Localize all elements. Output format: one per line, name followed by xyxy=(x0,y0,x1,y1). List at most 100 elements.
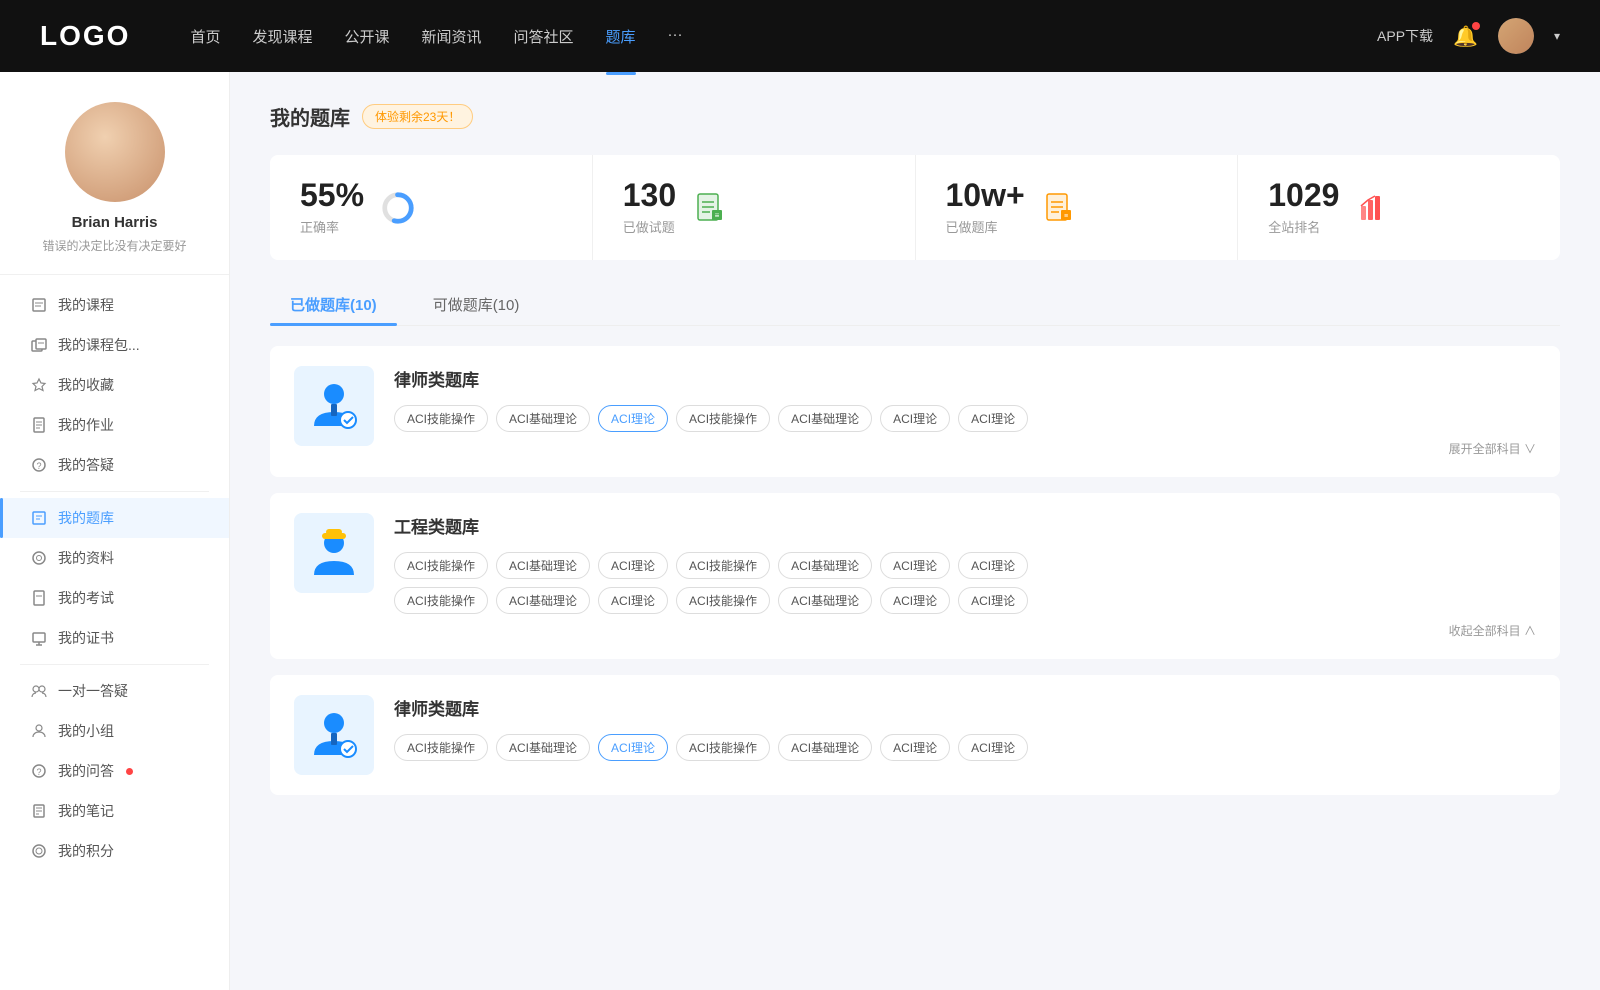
tag[interactable]: ACI理论 xyxy=(598,587,668,614)
nav-news[interactable]: 新闻资讯 xyxy=(422,22,482,51)
sidebar-item-resource[interactable]: 我的资料 xyxy=(0,538,229,578)
sidebar-item-group[interactable]: 我的小组 xyxy=(0,711,229,751)
tag[interactable]: ACI技能操作 xyxy=(676,734,770,761)
nav-qa[interactable]: 问答社区 xyxy=(514,22,574,51)
qbank-icon xyxy=(30,509,48,527)
navbar-menu: 首页 发现课程 公开课 新闻资讯 问答社区 题库 ··· xyxy=(190,22,1377,51)
tag[interactable]: ACI基础理论 xyxy=(778,587,872,614)
tag[interactable]: ACI理论 xyxy=(958,405,1028,432)
tag[interactable]: ACI理论 xyxy=(880,734,950,761)
stat-label-done: 已做试题 xyxy=(623,217,676,236)
sidebar-item-course-pack[interactable]: 我的课程包... xyxy=(0,325,229,365)
nav-qbank[interactable]: 题库 xyxy=(606,22,636,51)
tags-row-engineer-2: ACI技能操作 ACI基础理论 ACI理论 ACI技能操作 ACI基础理论 AC… xyxy=(394,587,1536,614)
avatar-image xyxy=(65,102,165,202)
sidebar-item-label: 我的题库 xyxy=(58,508,114,528)
logo[interactable]: LOGO xyxy=(40,20,130,52)
tag-active[interactable]: ACI理论 xyxy=(598,734,668,761)
tag[interactable]: ACI技能操作 xyxy=(394,587,488,614)
tag[interactable]: ACI技能操作 xyxy=(676,405,770,432)
tag[interactable]: ACI理论 xyxy=(880,405,950,432)
tag[interactable]: ACI技能操作 xyxy=(676,587,770,614)
sidebar-item-qa[interactable]: ? 我的答疑 xyxy=(0,445,229,485)
sidebar-item-label: 我的考试 xyxy=(58,588,114,608)
stat-rank: 1029 全站排名 xyxy=(1238,155,1560,260)
tag[interactable]: ACI基础理论 xyxy=(496,405,590,432)
qbank-card-lawyer-2: 律师类题库 ACI技能操作 ACI基础理论 ACI理论 ACI技能操作 ACI基… xyxy=(270,675,1560,795)
tag-active[interactable]: ACI理论 xyxy=(598,405,668,432)
content-area: 我的题库 体验剩余23天！ 55% 正确率 xyxy=(230,72,1600,990)
sidebar-divider xyxy=(20,491,209,492)
notification-bell[interactable]: 🔔 xyxy=(1453,24,1478,49)
stat-value-accuracy: 55% xyxy=(300,179,364,211)
qbank-title-lawyer-1: 律师类题库 xyxy=(394,366,1536,391)
tab-done[interactable]: 已做题库(10) xyxy=(270,284,397,325)
tag[interactable]: ACI基础理论 xyxy=(496,552,590,579)
tag[interactable]: ACI基础理论 xyxy=(778,734,872,761)
page-header: 我的题库 体验剩余23天！ xyxy=(270,102,1560,131)
homework-icon xyxy=(30,416,48,434)
tag[interactable]: ACI理论 xyxy=(958,587,1028,614)
qbank-body-lawyer-2: 律师类题库 ACI技能操作 ACI基础理论 ACI理论 ACI技能操作 ACI基… xyxy=(394,695,1536,769)
tag[interactable]: ACI理论 xyxy=(958,734,1028,761)
sidebar-divider-2 xyxy=(20,664,209,665)
sidebar-item-label: 我的笔记 xyxy=(58,801,114,821)
tag[interactable]: ACI基础理论 xyxy=(778,552,872,579)
svg-text:?: ? xyxy=(36,767,41,777)
sidebar-item-one-one[interactable]: 一对一答疑 xyxy=(0,671,229,711)
stats-row: 55% 正确率 130 已做试题 xyxy=(270,155,1560,260)
tag[interactable]: ACI理论 xyxy=(880,587,950,614)
group-icon xyxy=(30,722,48,740)
navbar: LOGO 首页 发现课程 公开课 新闻资讯 问答社区 题库 ··· APP下载 … xyxy=(0,0,1600,72)
tag[interactable]: ACI技能操作 xyxy=(394,552,488,579)
stat-value-banks: 10w+ xyxy=(946,179,1025,211)
tag[interactable]: ACI基础理论 xyxy=(778,405,872,432)
sidebar-item-favorites[interactable]: 我的收藏 xyxy=(0,365,229,405)
sidebar-item-my-course[interactable]: 我的课程 xyxy=(0,285,229,325)
stat-done-questions: 130 已做试题 ≡ xyxy=(593,155,916,260)
sidebar-item-label: 我的小组 xyxy=(58,721,114,741)
main-layout: Brian Harris 错误的决定比没有决定要好 我的课程 我的课程包... xyxy=(0,72,1600,990)
collapse-link-engineer[interactable]: 收起全部科目 ∧ xyxy=(394,622,1536,639)
avatar-image xyxy=(1498,18,1534,54)
tag[interactable]: ACI技能操作 xyxy=(394,405,488,432)
tag[interactable]: ACI理论 xyxy=(598,552,668,579)
page-title: 我的题库 xyxy=(270,102,350,131)
course-pack-icon xyxy=(30,336,48,354)
sidebar-item-notes[interactable]: 我的笔记 xyxy=(0,791,229,831)
app-download-button[interactable]: APP下载 xyxy=(1377,26,1433,46)
nav-courses[interactable]: 发现课程 xyxy=(252,22,312,51)
nav-open-course[interactable]: 公开课 xyxy=(344,22,389,51)
sidebar-item-label: 我的证书 xyxy=(58,628,114,648)
svg-text:?: ? xyxy=(36,461,41,471)
tag[interactable]: ACI基础理论 xyxy=(496,587,590,614)
nav-home[interactable]: 首页 xyxy=(190,22,220,51)
notification-badge xyxy=(1472,22,1480,30)
tab-available[interactable]: 可做题库(10) xyxy=(413,284,540,325)
avatar[interactable] xyxy=(1498,18,1534,54)
chevron-down-icon[interactable]: ▾ xyxy=(1554,29,1560,43)
qbank-icon-lawyer-2 xyxy=(294,695,374,775)
stat-value-rank: 1029 xyxy=(1268,179,1339,211)
sidebar-item-questions[interactable]: ? 我的问答 xyxy=(0,751,229,791)
sidebar-item-homework[interactable]: 我的作业 xyxy=(0,405,229,445)
stat-label-banks: 已做题库 xyxy=(946,217,1025,236)
tag[interactable]: ACI技能操作 xyxy=(676,552,770,579)
tabs-row: 已做题库(10) 可做题库(10) xyxy=(270,284,1560,326)
sidebar-item-cert[interactable]: 我的证书 xyxy=(0,618,229,658)
one-one-icon xyxy=(30,682,48,700)
expand-link-lawyer-1[interactable]: 展开全部科目 ∨ xyxy=(394,440,1536,457)
tag[interactable]: ACI技能操作 xyxy=(394,734,488,761)
nav-more[interactable]: ··· xyxy=(668,22,683,51)
sidebar-item-points[interactable]: 我的积分 xyxy=(0,831,229,871)
sidebar-item-label: 我的课程包... xyxy=(58,335,140,355)
sidebar-item-qbank[interactable]: 我的题库 xyxy=(0,498,229,538)
sidebar-item-label: 一对一答疑 xyxy=(58,681,128,701)
qbank-card-lawyer-1: 律师类题库 ACI技能操作 ACI基础理论 ACI理论 ACI技能操作 ACI基… xyxy=(270,346,1560,477)
sidebar-item-label: 我的答疑 xyxy=(58,455,114,475)
tag[interactable]: ACI理论 xyxy=(880,552,950,579)
navbar-right: APP下载 🔔 ▾ xyxy=(1377,18,1560,54)
tag[interactable]: ACI基础理论 xyxy=(496,734,590,761)
sidebar-item-exam[interactable]: 我的考试 xyxy=(0,578,229,618)
tag[interactable]: ACI理论 xyxy=(958,552,1028,579)
